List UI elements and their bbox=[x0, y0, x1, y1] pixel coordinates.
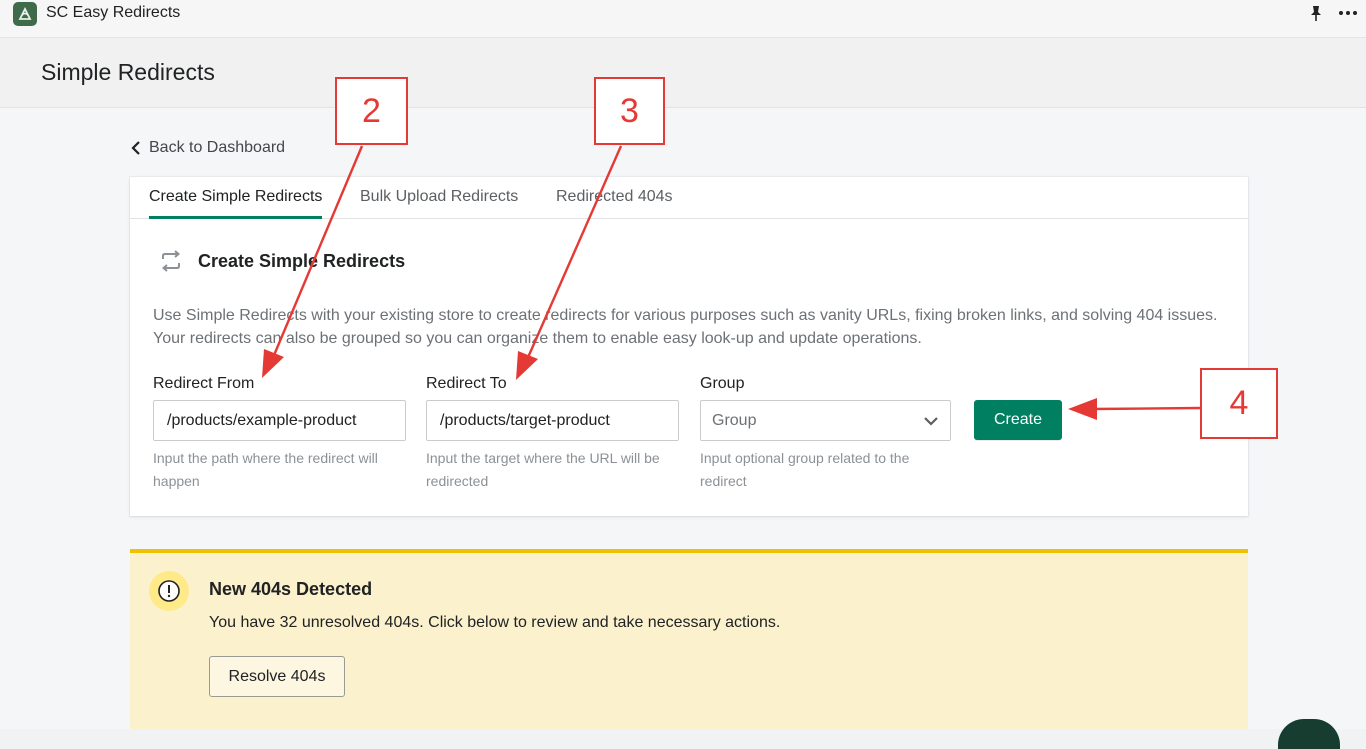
annotation-callout-2: 2 bbox=[335, 77, 408, 145]
redirect-from-help: Input the path where the redirect will h… bbox=[153, 450, 378, 489]
new-404s-banner: New 404s Detected You have 32 unresolved… bbox=[130, 549, 1248, 729]
redirect-to-field-group: Redirect To Input the target where the U… bbox=[426, 375, 679, 493]
group-label: Group bbox=[700, 375, 745, 392]
tab-bar: Create Simple Redirects Bulk Upload Redi… bbox=[130, 177, 1248, 219]
redirect-from-label: Redirect From bbox=[153, 375, 255, 392]
back-link-label: Back to Dashboard bbox=[149, 139, 286, 156]
app-logo-icon bbox=[13, 2, 37, 26]
section-description: Use Simple Redirects with your existing … bbox=[153, 307, 1218, 347]
banner-text: You have 32 unresolved 404s. Click below… bbox=[209, 614, 781, 631]
tab-redirected-404s[interactable]: Redirected 404s bbox=[556, 188, 673, 219]
page-header: Simple Redirects bbox=[0, 38, 1366, 108]
app-title: SC Easy Redirects bbox=[46, 4, 181, 21]
group-select[interactable]: Group bbox=[700, 400, 951, 441]
section-title: Create Simple Redirects bbox=[198, 251, 406, 271]
create-redirect-card: Create Simple Redirects Bulk Upload Redi… bbox=[130, 177, 1248, 516]
redirect-to-label: Redirect To bbox=[426, 375, 507, 392]
redirect-to-input[interactable] bbox=[426, 400, 679, 441]
app-bar: SC Easy Redirects bbox=[0, 0, 1366, 38]
create-button[interactable]: Create bbox=[974, 400, 1062, 440]
resolve-404s-button[interactable]: Resolve 404s bbox=[209, 656, 345, 697]
annotation-callout-3: 3 bbox=[594, 77, 665, 145]
tab-create-simple-redirects[interactable]: Create Simple Redirects bbox=[149, 188, 323, 219]
back-to-dashboard-link[interactable]: Back to Dashboard bbox=[131, 137, 285, 159]
pin-icon[interactable] bbox=[1307, 4, 1325, 22]
redirect-arrows-icon bbox=[158, 248, 184, 274]
group-field-group: Group Group Input optional group related… bbox=[700, 375, 951, 493]
redirect-to-help: Input the target where the URL will be r… bbox=[426, 450, 660, 489]
banner-title: New 404s Detected bbox=[209, 579, 373, 599]
chevron-down-icon bbox=[924, 416, 938, 426]
chevron-left-icon bbox=[131, 141, 140, 155]
group-select-placeholder: Group bbox=[712, 411, 757, 429]
annotation-callout-4: 4 bbox=[1200, 368, 1278, 439]
more-horizontal-icon[interactable] bbox=[1338, 4, 1358, 22]
group-help: Input optional group related to the redi… bbox=[700, 450, 910, 489]
tab-bulk-upload-redirects[interactable]: Bulk Upload Redirects bbox=[360, 188, 518, 219]
page-title: Simple Redirects bbox=[41, 59, 215, 85]
alert-circle-icon bbox=[149, 571, 189, 611]
redirect-from-input[interactable] bbox=[153, 400, 406, 441]
redirect-from-field-group: Redirect From Input the path where the r… bbox=[153, 375, 406, 493]
